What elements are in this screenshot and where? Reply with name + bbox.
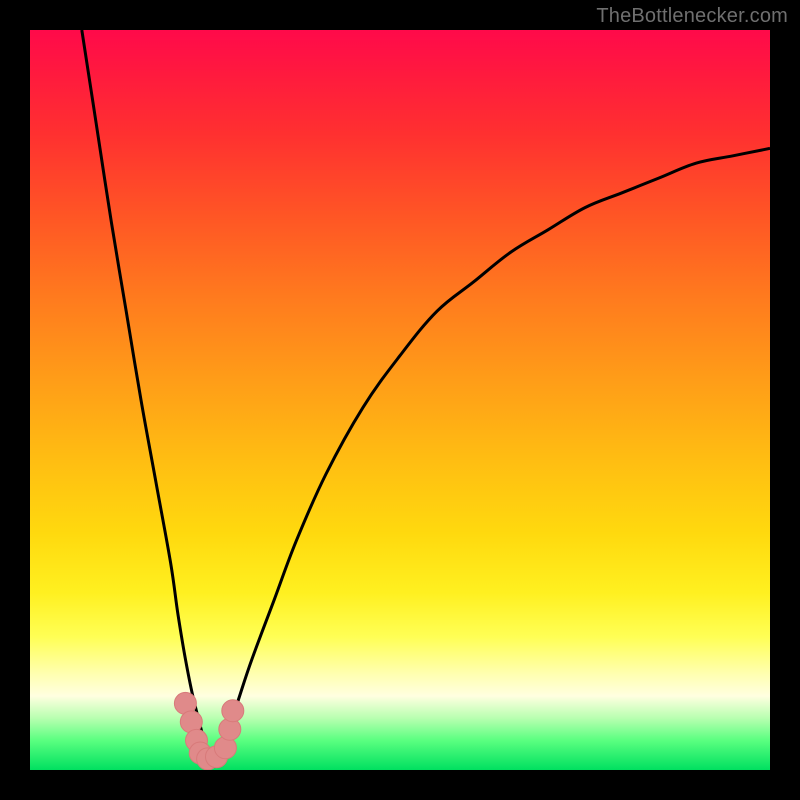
- curve-left-branch: [82, 30, 208, 755]
- valley-marker: [222, 700, 244, 722]
- plot-area: [30, 30, 770, 770]
- chart-svg: [30, 30, 770, 770]
- valley-markers: [174, 692, 243, 770]
- curve-right-branch: [222, 148, 770, 747]
- bottleneck-curve: [82, 30, 770, 755]
- chart-frame: TheBottlenecker.com: [0, 0, 800, 800]
- watermark-text: TheBottlenecker.com: [596, 5, 788, 28]
